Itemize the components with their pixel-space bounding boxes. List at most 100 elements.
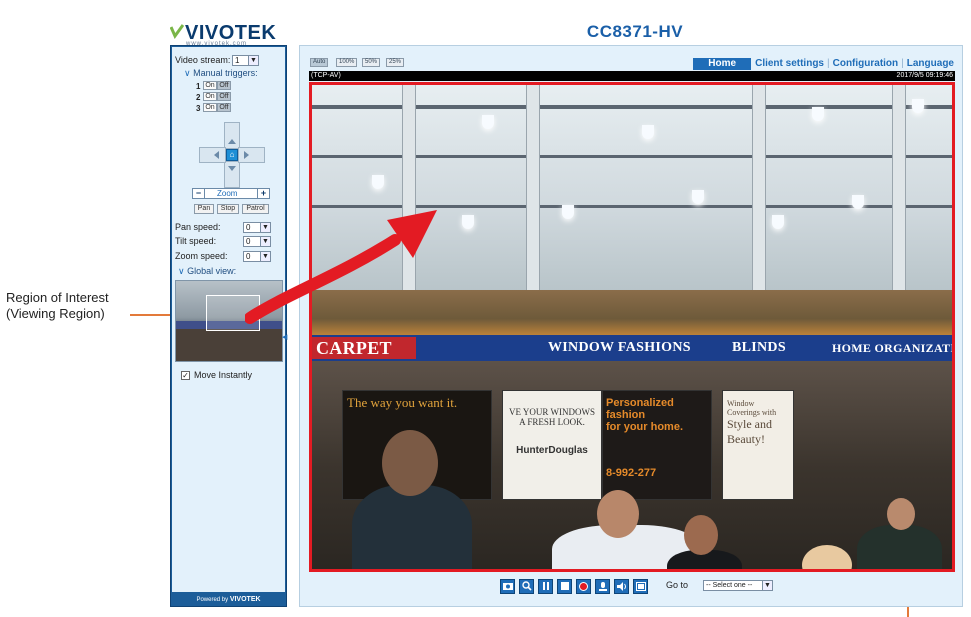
scene-pillar bbox=[526, 85, 540, 295]
chevron-down-icon: ▼ bbox=[248, 56, 258, 65]
move-instantly-checkbox[interactable]: ✓ bbox=[181, 371, 190, 380]
thumbnail-pointer-icon: ◀ bbox=[282, 334, 288, 341]
scene-pillar bbox=[752, 85, 766, 295]
video-info-bar: (TCP-AV) 2017/9/5 09:19:46 bbox=[309, 71, 955, 81]
pan-left-button[interactable] bbox=[199, 147, 226, 163]
poster-far-right-line4: Beauty! bbox=[727, 432, 765, 446]
trigger-2-on-button[interactable]: On bbox=[203, 92, 217, 101]
goto-preset-value: -- Select one -- bbox=[706, 582, 753, 589]
powered-by-footer: Powered by VIVOTEK bbox=[171, 593, 286, 607]
trigger-number: 3 bbox=[196, 104, 201, 113]
goto-label: Go to bbox=[666, 580, 689, 590]
ceiling-lamp bbox=[372, 175, 384, 189]
model-title: CC8371-HV bbox=[586, 22, 684, 41]
stop-icon bbox=[560, 582, 569, 590]
scene-person-head bbox=[597, 490, 639, 538]
snapshot-button[interactable] bbox=[500, 578, 515, 594]
poster-center: VE YOUR WINDOWS A FRESH LOOK. HunterDoug… bbox=[502, 390, 602, 500]
zoom-icon bbox=[521, 581, 532, 591]
nav-language[interactable]: Language bbox=[907, 58, 954, 69]
poster-right: Personalized fashion for your home. 8-99… bbox=[602, 390, 712, 500]
volume-button[interactable] bbox=[614, 578, 629, 594]
nav-configuration[interactable]: Configuration bbox=[833, 58, 899, 69]
record-icon bbox=[579, 581, 588, 591]
video-control-bar bbox=[500, 578, 648, 594]
trigger-1-off-button[interactable]: Off bbox=[217, 81, 231, 90]
scene-person bbox=[857, 525, 942, 569]
poster-far-right-line2: Coverings with bbox=[727, 408, 777, 417]
zoom-speed-label: Zoom speed: bbox=[175, 251, 228, 261]
stream-protocol-label: (TCP-AV) bbox=[311, 72, 341, 79]
roi-annotation-line1: Region of Interest bbox=[6, 290, 109, 305]
poster-center-line1: VE YOUR WINDOWS bbox=[509, 407, 595, 417]
scene-person-head bbox=[382, 430, 438, 496]
scene-person bbox=[352, 485, 472, 569]
poster-left-title: The way you want it. bbox=[347, 395, 458, 410]
poster-center-line2: A FRESH LOOK. bbox=[519, 417, 585, 427]
view-size-100-button[interactable]: 100% bbox=[336, 58, 358, 67]
fullscreen-button[interactable] bbox=[633, 578, 648, 594]
pause-button[interactable] bbox=[538, 578, 553, 594]
sign-home-organization: HOME ORGANIZATION bbox=[832, 341, 955, 355]
stop-button[interactable]: Stop bbox=[217, 204, 239, 214]
stop-video-button[interactable] bbox=[557, 578, 572, 594]
sign-window-fashions: WINDOW FASHIONS bbox=[548, 340, 691, 355]
fullscreen-icon bbox=[635, 581, 646, 591]
tilt-speed-label: Tilt speed: bbox=[175, 236, 217, 246]
arrow-up-icon bbox=[228, 139, 236, 144]
video-stream-select[interactable]: 1 ▼ bbox=[232, 55, 259, 66]
manual-triggers-toggle[interactable]: ∨ Manual triggers: bbox=[184, 68, 258, 79]
logo-mark-icon bbox=[170, 24, 184, 39]
scene-person-head bbox=[684, 515, 718, 555]
nav-home[interactable]: Home bbox=[693, 57, 752, 70]
view-size-50-button[interactable]: 50% bbox=[362, 58, 381, 67]
ceiling-lamp bbox=[482, 115, 494, 129]
view-size-auto-button[interactable]: Auto bbox=[310, 58, 329, 67]
global-view-label: Global view: bbox=[187, 266, 237, 276]
poster-right-title1: Personalized fashion bbox=[606, 397, 674, 421]
view-size-25-button[interactable]: 25% bbox=[386, 58, 405, 67]
video-stream-label: Video stream: bbox=[175, 55, 231, 65]
speaker-icon bbox=[616, 581, 626, 591]
trigger-2-off-button[interactable]: Off bbox=[217, 92, 231, 101]
global-view-toggle[interactable]: ∨ Global view: bbox=[178, 266, 236, 277]
ceiling-lamp bbox=[562, 205, 574, 219]
arrow-down-icon bbox=[228, 166, 236, 171]
trigger-1-on-button[interactable]: On bbox=[203, 81, 217, 90]
trigger-3-on-button[interactable]: On bbox=[203, 103, 217, 112]
tilt-down-button[interactable] bbox=[224, 161, 240, 188]
video-stream-value: 1 bbox=[235, 56, 240, 65]
zoom-out-button[interactable]: − bbox=[193, 189, 205, 198]
ceiling-lamp bbox=[692, 190, 704, 204]
home-icon: ⌂ bbox=[229, 150, 235, 159]
ceiling-lamp bbox=[852, 195, 864, 209]
digital-zoom-button[interactable] bbox=[519, 578, 534, 594]
talk-button[interactable] bbox=[595, 578, 610, 594]
goto-preset-select[interactable]: -- Select one -- ▼ bbox=[703, 580, 773, 591]
ceiling-lamp bbox=[772, 215, 784, 229]
nav-client-settings[interactable]: Client settings bbox=[751, 58, 824, 69]
chevron-down-icon: ∨ bbox=[178, 266, 185, 276]
chevron-down-icon: ▼ bbox=[762, 581, 772, 590]
pan-speed-label: Pan speed: bbox=[175, 222, 221, 232]
pan-right-button[interactable] bbox=[238, 147, 265, 163]
manual-triggers-label: Manual triggers: bbox=[193, 68, 258, 78]
video-timestamp: 2017/9/5 09:19:46 bbox=[896, 72, 953, 79]
pan-button[interactable]: Pan bbox=[194, 204, 214, 214]
pause-icon bbox=[542, 582, 549, 590]
poster-right-phone: 8-992-277 bbox=[606, 467, 657, 479]
trigger-3-off-button[interactable]: Off bbox=[217, 103, 231, 112]
record-button[interactable] bbox=[576, 578, 591, 594]
poster-far-right-line1: Window bbox=[727, 399, 755, 408]
arrow-left-icon bbox=[214, 151, 219, 159]
nav-separator: | bbox=[827, 58, 830, 69]
ceiling-lamp bbox=[912, 99, 924, 113]
zoom-label: Zoom bbox=[217, 189, 238, 198]
home-position-button[interactable]: ⌂ bbox=[226, 149, 238, 161]
top-navigation: Home Client settings | Configuration | L… bbox=[693, 57, 954, 70]
tilt-up-button[interactable] bbox=[224, 122, 240, 149]
poster-far-right-line3: Style and bbox=[727, 417, 772, 431]
ceiling-lamp bbox=[462, 215, 474, 229]
powered-by-brand: VIVOTEK bbox=[229, 596, 261, 603]
powered-by-text: Powered by bbox=[196, 597, 229, 603]
